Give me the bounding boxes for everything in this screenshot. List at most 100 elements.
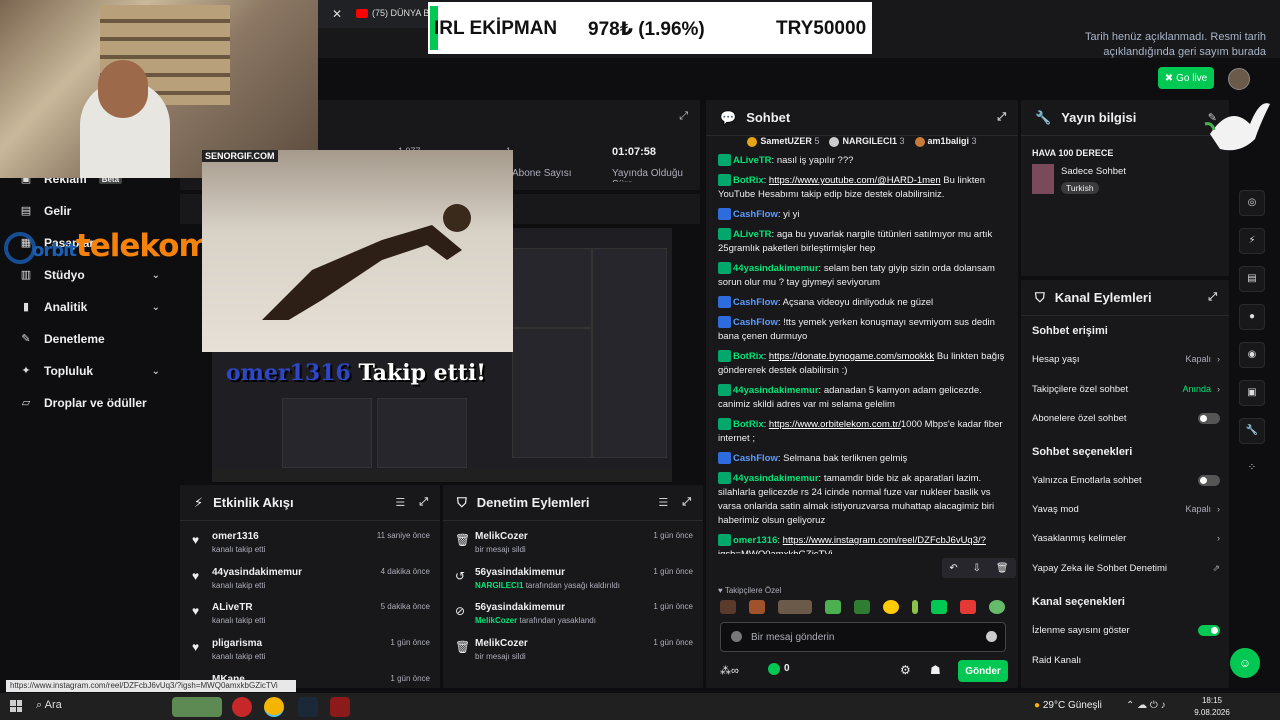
activity-user[interactable]: 44yasindakimemur <box>212 567 302 578</box>
system-tray-icons[interactable]: ⌃ ☁ ⏻ ♪ <box>1126 700 1166 711</box>
expand-icon[interactable]: ⤢ <box>1208 291 1217 304</box>
undo-icon[interactable]: ↶ <box>949 563 957 574</box>
raid-setting[interactable]: Raid Kanalı <box>1032 651 1220 669</box>
send-button[interactable]: Gönder <box>958 660 1008 682</box>
category-thumbnail[interactable] <box>1032 164 1054 194</box>
chat-link[interactable]: https://donate.bynogame.com/smookkk <box>769 351 934 362</box>
expand-icon[interactable]: ⤢ <box>679 110 688 123</box>
weather-widget[interactable]: ● 29°C Güneşli <box>1034 700 1102 711</box>
slow-mode-setting[interactable]: Yavaş mod Kapalı › <box>1032 500 1220 518</box>
mod-user[interactable]: MelikCozer <box>475 531 528 542</box>
filter-icon[interactable]: ☰ <box>395 496 405 509</box>
chat-username[interactable]: CashFlow <box>733 297 778 308</box>
mod-action-text: bir mesajı sildi <box>475 652 526 661</box>
taskbar-search[interactable]: ⌕ Ara <box>36 699 62 712</box>
activity-user[interactable]: omer1316 <box>212 531 259 542</box>
expand-icon[interactable]: ⤢ <box>682 496 691 509</box>
more-icon[interactable]: ⁘ <box>1239 456 1265 482</box>
mod-user[interactable]: MelikCozer <box>475 638 528 649</box>
mod-user[interactable]: 56yasindakimemur <box>475 567 565 578</box>
chat-username[interactable]: 44yasindakimemur <box>733 473 819 484</box>
expand-icon[interactable]: ⤢ <box>419 496 428 509</box>
camera-icon[interactable]: ◎ <box>1239 190 1265 216</box>
chrome-icon[interactable] <box>264 697 284 717</box>
emote[interactable] <box>720 600 736 614</box>
chat-username[interactable]: BotRix <box>733 351 764 362</box>
bot-icon[interactable]: ☗ <box>930 663 941 677</box>
support-icon[interactable]: ☺ <box>1230 648 1260 678</box>
top-chatter[interactable]: NARGILECI1 3 <box>829 136 905 154</box>
show-viewers-setting[interactable]: İzlenme sayısını göster <box>1032 621 1220 639</box>
followers-only-setting[interactable]: Takipçilere özel sohbet Anında › <box>1032 380 1220 398</box>
chat-link[interactable]: https://www.youtube.com/@HARD-1men <box>769 175 941 186</box>
live-icon: ✖ <box>1164 72 1174 84</box>
emote[interactable] <box>912 600 918 614</box>
chat-username[interactable]: CashFlow <box>733 317 778 328</box>
top-chatter[interactable]: SametUZER 5 <box>747 136 819 154</box>
chat-username[interactable]: omer1316 <box>733 535 777 546</box>
clipboard-icon[interactable]: ▤ <box>1239 266 1265 292</box>
panel-icon[interactable]: ▣ <box>1239 380 1265 406</box>
clock[interactable]: 18:15 9.08.2026 <box>1190 695 1234 719</box>
sidebar-item-moderation[interactable]: ✎ Denetleme <box>20 332 170 346</box>
steam-icon[interactable] <box>298 697 318 717</box>
emote[interactable] <box>931 600 947 614</box>
chat-bubble-icon[interactable]: ● <box>1239 304 1265 330</box>
activity-user[interactable]: pligarisma <box>212 638 262 649</box>
smiley-icon[interactable] <box>986 631 997 642</box>
emote[interactable] <box>825 600 841 614</box>
game-app-icon[interactable] <box>330 697 350 717</box>
chat-username[interactable]: ALiveTR <box>733 229 772 240</box>
banned-words-setting[interactable]: Yasaklanmış kelimeler › <box>1032 529 1220 547</box>
pin-icon[interactable]: ⇩ <box>973 563 981 574</box>
chat-input[interactable]: Bir mesaj gönderin <box>720 622 1006 652</box>
show-viewers-toggle[interactable] <box>1198 624 1220 636</box>
top-chatter[interactable]: am1baligi 3 <box>914 136 977 154</box>
trash-icon[interactable]: 🗑 <box>996 563 1009 574</box>
emote[interactable] <box>749 600 765 614</box>
emote[interactable] <box>883 600 899 614</box>
emote[interactable] <box>778 600 812 614</box>
emote-picker-icon[interactable] <box>731 631 742 642</box>
gear-icon[interactable]: ⚙ <box>900 663 911 677</box>
chat-username[interactable]: ALiveTR <box>733 155 772 166</box>
chat-username[interactable]: 44yasindakimemur <box>733 263 819 274</box>
account-age-setting[interactable]: Hesap yaşı Kapalı › <box>1032 350 1220 368</box>
chat-username[interactable]: BotRix <box>733 419 764 430</box>
infinity-icon[interactable]: ⁂∞ <box>720 664 739 677</box>
avatar[interactable] <box>1228 68 1250 90</box>
sidebar-item-drops[interactable]: ▱ Droplar ve ödüller <box>20 396 170 410</box>
activity-feed-panel: ⚡ Etkinlik Akışı ☰ ⤢ ♥ omer1316 kanalı takip … <box>180 485 440 688</box>
mod-user[interactable]: 56yasindakimemur <box>475 602 565 613</box>
subs-only-setting[interactable]: Abonelere özel sohbet <box>1032 409 1220 427</box>
emote[interactable] <box>960 600 976 614</box>
chat-username[interactable]: CashFlow <box>733 453 778 464</box>
record-app-icon[interactable] <box>232 697 252 717</box>
expand-icon[interactable]: ⤢ <box>997 111 1006 124</box>
taskbar-widget[interactable] <box>172 697 222 717</box>
emote-only-toggle[interactable] <box>1198 474 1220 486</box>
emote[interactable] <box>854 600 870 614</box>
chat-username[interactable]: 44yasindakimemur <box>733 385 819 396</box>
chat-link[interactable]: https://www.orbitelekom.com.tr/ <box>769 419 901 430</box>
sidebar-item-studio[interactable]: ▥ Stüdyo ⌄ <box>20 268 170 282</box>
activity-user[interactable]: ALiveTR <box>212 602 253 613</box>
chat-username[interactable]: CashFlow <box>733 209 778 220</box>
ai-moderation-setting[interactable]: Yapay Zeka ile Sohbet Denetimi ⇗ <box>1032 559 1220 577</box>
browser-tab[interactable]: ✕ (75) DÜNYA BU <box>318 0 430 28</box>
sidebar-item-analytics[interactable]: ▮ Analitik ⌄ <box>20 300 170 314</box>
emote-only-setting[interactable]: Yalnızca Emotlarla sohbet <box>1032 471 1220 489</box>
subs-only-toggle[interactable] <box>1198 412 1220 424</box>
close-tab-icon[interactable]: ✕ <box>332 7 342 21</box>
chat-username[interactable]: BotRix <box>733 175 764 186</box>
sidebar-item-revenue[interactable]: ▤ Gelir <box>20 204 170 218</box>
emote[interactable] <box>989 600 1005 614</box>
sidebar-item-community[interactable]: ✦ Topluluk ⌄ <box>20 364 170 378</box>
filter-icon[interactable]: ☰ <box>658 496 668 509</box>
go-live-button[interactable]: ✖ Go live <box>1158 67 1214 89</box>
windows-start-icon[interactable] <box>10 700 22 712</box>
category-name[interactable]: Sadece Sohbet <box>1061 166 1126 177</box>
wrench-icon[interactable]: 🔧 <box>1239 418 1265 444</box>
bolt-icon[interactable]: ⚡ <box>1239 228 1265 254</box>
broadcast-icon[interactable]: ◉ <box>1239 342 1265 368</box>
